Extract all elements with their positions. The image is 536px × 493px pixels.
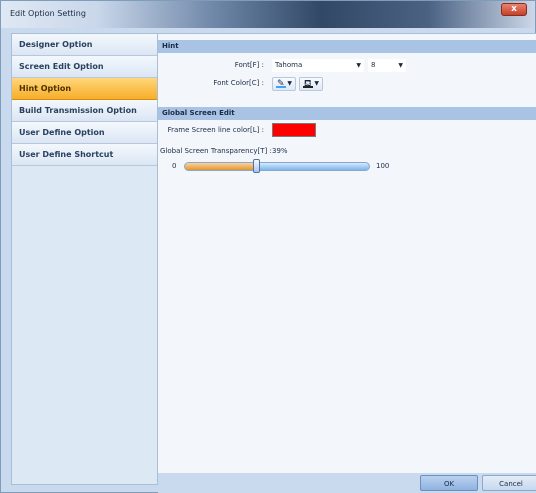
chevron-down-icon: ▼: [356, 62, 361, 69]
font-label: Font[F] :: [234, 61, 264, 69]
font-color-label: Font Color[C] :: [213, 79, 264, 87]
background-color-button[interactable]: ⛾ ▼: [299, 77, 323, 91]
option-content-panel: Hint Font[F] : Tahoma ▼ 8 ▼ Font Color[C…: [158, 33, 536, 473]
pen-icon: ✎: [277, 79, 285, 89]
paint-bucket-icon: ⛾: [304, 79, 312, 89]
chevron-down-icon: ▼: [314, 80, 319, 87]
slider-max-label: 100: [376, 162, 390, 170]
frame-line-color-button[interactable]: [272, 123, 316, 137]
transparency-slider[interactable]: [184, 162, 370, 171]
chevron-down-icon: ▼: [287, 80, 292, 87]
sidebar-item-screen-edit-option[interactable]: Screen Edit Option: [12, 56, 157, 78]
close-icon: x: [511, 4, 517, 14]
fill-color-swatch: [303, 86, 313, 88]
font-family-select[interactable]: Tahoma ▼: [272, 59, 364, 72]
window-title: Edit Option Setting: [10, 9, 86, 18]
close-button[interactable]: x: [501, 3, 527, 16]
title-bar[interactable]: Edit Option Setting x: [1, 1, 535, 28]
ok-button[interactable]: OK: [420, 475, 478, 491]
hint-section-header: Hint: [158, 40, 536, 53]
slider-thumb[interactable]: [253, 159, 261, 173]
sidebar-item-label: Build Transmission Option: [19, 106, 137, 115]
sidebar-item-label: Designer Option: [19, 40, 93, 49]
transparency-value: 39%: [272, 147, 288, 155]
frame-line-color-label: Frame Screen line color[L] :: [167, 126, 264, 134]
sidebar-item-user-define-shortcut[interactable]: User Define Shortcut: [12, 144, 157, 166]
font-size-select[interactable]: 8 ▼: [368, 59, 406, 72]
pen-color-swatch: [276, 86, 286, 88]
edit-option-window: Edit Option Setting x Designer Option Sc…: [0, 0, 536, 493]
font-color-button[interactable]: ✎ ▼: [272, 77, 296, 91]
sidebar-item-build-transmission-option[interactable]: Build Transmission Option: [12, 100, 157, 122]
sidebar-item-hint-option[interactable]: Hint Option: [12, 78, 157, 100]
dialog-button-bar: OK Cancel: [158, 473, 536, 493]
sidebar-item-label: User Define Option: [19, 128, 105, 137]
transparency-label: Global Screen Transparency[T] :: [160, 147, 272, 155]
cancel-button[interactable]: Cancel: [482, 475, 536, 491]
option-sidebar: Designer Option Screen Edit Option Hint …: [11, 33, 158, 485]
sidebar-item-label: Hint Option: [19, 84, 72, 93]
sidebar-item-designer-option[interactable]: Designer Option: [12, 34, 157, 56]
global-screen-edit-section-header: Global Screen Edit: [158, 107, 536, 120]
slider-min-label: 0: [172, 162, 177, 170]
sidebar-item-label: User Define Shortcut: [19, 150, 114, 159]
sidebar-item-user-define-option[interactable]: User Define Option: [12, 122, 157, 144]
sidebar-item-label: Screen Edit Option: [19, 62, 104, 71]
font-size-value: 8: [371, 61, 376, 69]
chevron-down-icon: ▼: [398, 62, 403, 69]
slider-fill: [185, 163, 258, 170]
font-family-value: Tahoma: [275, 61, 303, 69]
